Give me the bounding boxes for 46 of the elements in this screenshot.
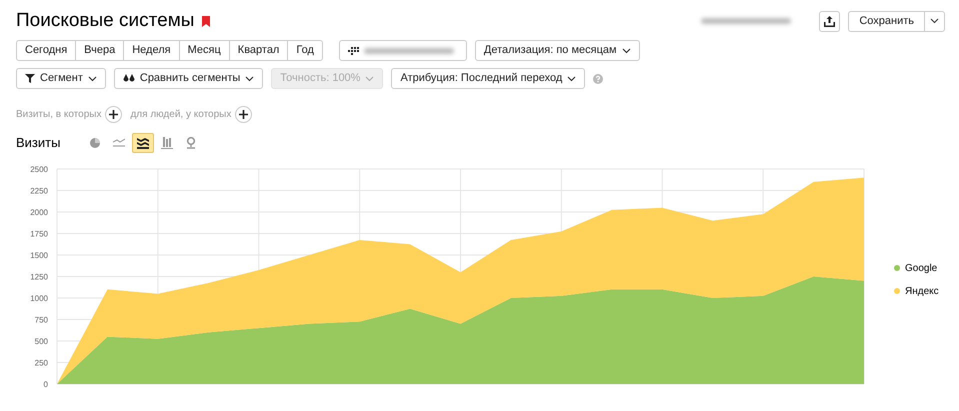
caret-icon xyxy=(567,76,576,82)
filter-icon xyxy=(25,74,35,83)
axis-label: 1250 xyxy=(30,272,48,282)
axis-label: 1750 xyxy=(30,230,48,238)
axis-label: 1500 xyxy=(30,251,48,260)
filter-dropdown[interactable]: Сравнить сегменты xyxy=(114,68,264,89)
bookmark-icon[interactable] xyxy=(202,16,210,26)
axis-label: 2000 xyxy=(30,208,48,217)
condition-label: Визиты, в которых xyxy=(16,108,102,122)
axis-label: 0 xyxy=(44,380,48,389)
metric-title: Визиты xyxy=(16,134,60,152)
period-tab[interactable]: Неделя xyxy=(123,40,180,61)
caret-icon xyxy=(245,76,254,82)
axis-label: 1000 xyxy=(30,294,48,303)
add-button[interactable] xyxy=(105,106,122,123)
stacked-area-icon[interactable] xyxy=(132,133,154,153)
caret-icon xyxy=(88,76,97,82)
detail-dropdown[interactable]: Детализация: по месяцам xyxy=(474,40,640,61)
axis-label: 500 xyxy=(34,337,48,346)
export-button[interactable] xyxy=(819,10,840,32)
legend-label: Google xyxy=(905,262,938,276)
add-button[interactable] xyxy=(235,106,252,123)
period-tab[interactable]: Сегодня xyxy=(16,40,76,61)
filter-dropdown[interactable]: Атрибуция: Последний переход xyxy=(391,68,586,89)
period-tab[interactable]: Месяц xyxy=(178,40,230,61)
condition-label: для людей, у которых xyxy=(130,108,232,122)
page-title: Поисковые системы xyxy=(16,10,194,32)
caret-icon xyxy=(622,48,631,54)
period-tab[interactable]: Квартал xyxy=(228,40,288,61)
axis-label: 2250 xyxy=(30,186,48,196)
axis-label: 750 xyxy=(34,316,48,324)
save-button[interactable]: Сохранить xyxy=(848,10,925,32)
caret-icon xyxy=(365,76,374,82)
upload-icon xyxy=(824,16,836,26)
filter-dropdown[interactable]: Сегмент xyxy=(16,68,106,89)
period-tab[interactable]: Год xyxy=(287,40,323,61)
calendar-grid-icon xyxy=(348,46,359,54)
axis-label: 2500 xyxy=(30,165,48,174)
legend-label: Яндекс xyxy=(905,284,939,298)
plus-icon xyxy=(109,110,118,119)
plus-icon xyxy=(239,110,248,119)
period-tab[interactable]: Вчера xyxy=(75,40,124,61)
drops-icon xyxy=(122,74,135,83)
axis-label: 250 xyxy=(34,358,48,368)
caret-icon xyxy=(930,18,939,24)
dropdown-button[interactable] xyxy=(924,10,945,32)
